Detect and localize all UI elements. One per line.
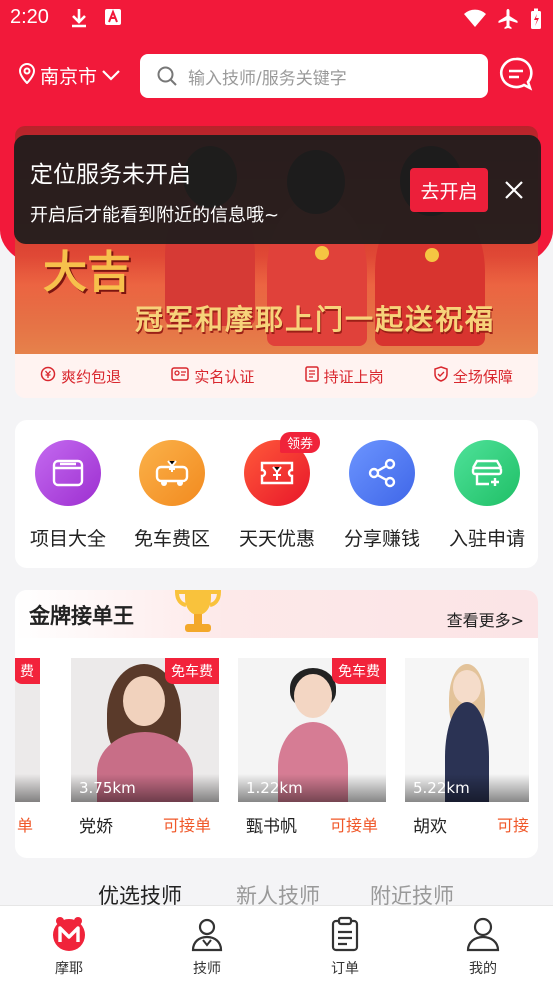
app-notification-icon [104, 8, 122, 31]
home-logo-icon [51, 916, 87, 952]
wifi-icon [463, 8, 487, 33]
catalog-icon [35, 440, 101, 506]
nav-label: 摩耶 [55, 961, 83, 977]
trophy-icon [167, 590, 227, 638]
refund-icon [40, 366, 56, 386]
category-car-free[interactable]: 免车费区 [119, 440, 225, 551]
close-icon[interactable] [502, 178, 526, 202]
category-catalog[interactable]: 项目大全 [15, 440, 121, 551]
message-icon[interactable] [498, 56, 534, 92]
technician-photo: 5.22km [405, 658, 529, 802]
banner-headline: 冠军和摩耶上门一起送祝福 [135, 303, 496, 336]
feature-label: 持证上岗 [323, 367, 384, 386]
id-card-icon [171, 367, 190, 385]
download-icon [70, 8, 88, 33]
technician-distance: 1.22km [246, 779, 303, 797]
search-placeholder: 输入技师/服务关键字 [188, 68, 347, 89]
search-input[interactable]: 输入技师/服务关键字 [140, 54, 488, 98]
technician-card[interactable]: 费 单 [15, 658, 40, 836]
technician-distance: 3.75km [79, 779, 136, 797]
profile-icon [465, 916, 501, 952]
nav-label: 订单 [331, 961, 359, 977]
nav-orders[interactable]: 订单 [305, 916, 385, 978]
category-label: 分享赚钱 [343, 528, 420, 550]
feature-label: 爽约包退 [61, 367, 122, 386]
category-daily-deals[interactable]: 天天优惠 [224, 440, 330, 551]
feature-protection: 全场保障 [434, 366, 513, 387]
shield-icon [434, 366, 448, 386]
technician-distance: 5.22km [413, 779, 470, 797]
feature-refund: 爽约包退 [40, 366, 121, 387]
feature-label: 全场保障 [452, 367, 513, 386]
search-icon [156, 65, 178, 87]
technician-photo: 1.22km 免车费 [238, 658, 386, 802]
free-fare-tag: 免车费 [165, 658, 219, 684]
nav-home[interactable]: 摩耶 [29, 916, 109, 978]
order-icon [327, 916, 363, 952]
battery-icon [530, 8, 542, 35]
medal-icon [425, 248, 439, 262]
nav-label: 技师 [193, 961, 221, 977]
city-selector[interactable]: 南京市 [18, 62, 121, 89]
category-share[interactable]: 分享赚钱 [329, 440, 435, 551]
enable-location-button[interactable]: 去开启 [410, 168, 488, 212]
technician-card[interactable]: 3.75km 免车费 党娇 可接单 [63, 658, 219, 837]
location-disabled-toast: 定位服务未开启 开启后才能看到附近的信息哦~ 去开启 [14, 135, 541, 244]
technician-icon [189, 916, 225, 952]
location-pin-icon [18, 62, 36, 89]
category-label: 免车费区 [133, 528, 210, 550]
technician-status: 单 [17, 816, 34, 835]
free-fare-tag: 免车费 [332, 658, 386, 684]
category-label: 入驻申请 [448, 528, 525, 550]
status-time: 2:20 [10, 6, 49, 28]
view-more-link[interactable]: 查看更多> [447, 607, 524, 631]
technician-status: 可接 [497, 816, 530, 835]
technician-card[interactable]: 1.22km 免车费 甄书帆 可接单 [230, 658, 386, 837]
technician-card[interactable]: 5.22km 胡欢 可接 [397, 658, 538, 837]
technician-name: 甄书帆 [246, 817, 297, 837]
technician-name: 胡欢 [413, 817, 447, 837]
chevron-down-icon [101, 65, 121, 87]
airplane-icon [497, 8, 519, 35]
technician-status: 可接单 [330, 816, 379, 835]
certificate-icon [304, 366, 319, 386]
car-free-icon [139, 440, 205, 506]
gold-technicians-card: 金牌接单王 查看更多> 费 单 3.75km 免车费 党娇 可接单 1.22km… [15, 590, 538, 858]
feature-realname: 实名认证 [171, 366, 254, 387]
technician-status: 可接单 [163, 816, 212, 835]
technician-photo: 费 [15, 658, 40, 802]
category-label: 天天优惠 [238, 528, 315, 550]
coupon-badge[interactable]: 领券 [280, 432, 321, 453]
technician-name: 党娇 [79, 817, 113, 837]
technician-photo: 3.75km 免车费 [71, 658, 219, 802]
category-join[interactable]: 入驻申请 [434, 440, 540, 551]
gold-section-header: 金牌接单王 查看更多> [15, 590, 538, 638]
nav-technician[interactable]: 技师 [167, 916, 247, 978]
free-fare-tag: 费 [15, 658, 40, 684]
nav-profile[interactable]: 我的 [443, 916, 523, 978]
toast-title: 定位服务未开启 [30, 162, 191, 188]
medal-icon [315, 246, 329, 260]
feature-label: 实名认证 [194, 367, 255, 386]
section-title: 金牌接单王 [29, 604, 134, 628]
category-label: 项目大全 [29, 528, 106, 550]
toast-subtitle: 开启后才能看到附近的信息哦~ [30, 205, 280, 226]
city-name: 南京市 [40, 66, 98, 88]
technician-tabs: 优选技师 新人技师 附近技师 [0, 878, 553, 908]
top-bar: 南京市 输入技师/服务关键字 [0, 52, 553, 100]
category-card: 项目大全 免车费区 天天优惠 分享赚钱 入驻申请 [15, 420, 538, 568]
nav-label: 我的 [469, 961, 497, 977]
status-bar: 2:20 [0, 0, 553, 38]
share-icon [349, 440, 415, 506]
join-icon [454, 440, 520, 506]
feature-certificate: 持证上岗 [304, 366, 384, 387]
banner-big-text: 大吉 [43, 247, 131, 298]
guarantee-bar: 爽约包退 实名认证 持证上岗 全场保障 [15, 354, 538, 398]
bottom-navigation: 摩耶 技师 订单 我的 [0, 905, 553, 983]
